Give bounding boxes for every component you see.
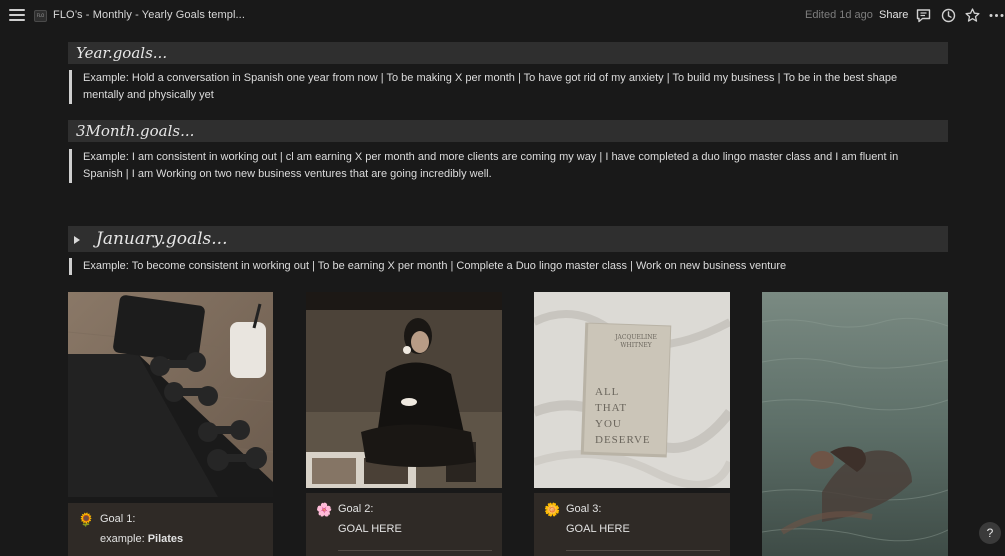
book-on-sheets-photo: JACQUELINE WHITNEY ALL THAT YOU DESERVE [534,292,730,488]
goal-3-divider [566,550,720,551]
book-author: JACQUELINE WHITNEY [615,334,657,349]
menu-icon[interactable] [9,9,25,23]
goal-1-text-prefix: example: [100,533,148,545]
flower-icon: 🌼 [544,502,561,517]
goal-2-body: 🌸 Goal 2: GOAL HERE [306,493,502,556]
goal-1-title: Goal 1: [100,513,136,525]
top-bar: FLO FLO’s - Monthly - Yearly Goals templ… [0,0,1005,32]
woman-in-water-photo [762,292,948,556]
goal-1-text-bold: Pilates [147,533,184,545]
book-title-line: DESERVE [595,434,651,446]
star-icon[interactable] [964,7,981,24]
page-icon: FLO [34,10,47,22]
january-goals-title: January.goals... [96,229,228,249]
page-title[interactable]: FLO’s - Monthly - Yearly Goals templ... [53,9,245,21]
edited-status: Edited 1d ago [805,9,873,21]
sunflower-icon: 🌻 [78,512,95,527]
book-title: ALL THAT YOU DESERVE [595,384,651,448]
book-title-line: THAT [595,402,628,414]
help-icon[interactable]: ? [979,522,1001,544]
goal-3-body: 🌼 Goal 3: GOAL HERE [534,493,730,556]
book-title-line: YOU [595,418,622,430]
goal-2-text: GOAL HERE [338,523,402,535]
goal-3-title: Goal 3: [566,503,602,515]
three-month-goals-heading: 3Month.goals... [68,120,948,142]
dumbbells-photo [68,292,273,497]
book-title-line: ALL [595,386,620,398]
three-month-goals-quote[interactable]: Example: I am consistent in working out … [69,149,929,183]
goal-2-divider [338,550,492,551]
january-goals-toggle-heading[interactable]: January.goals... [68,226,948,252]
year-goals-quote[interactable]: Example: Hold a conversation in Spanish … [69,70,929,104]
share-button[interactable]: Share [879,9,908,21]
comment-icon[interactable] [915,7,932,24]
goal-1-text: example: Pilates [100,533,183,545]
january-goals-quote[interactable]: Example: To become consistent in working… [69,258,929,275]
goal-3-text: GOAL HERE [566,523,630,535]
goal-2-title: Goal 2: [338,503,374,515]
woman-drinking-tea-photo [306,292,502,488]
year-goals-heading: Year.goals... [68,42,948,64]
more-dots-icon[interactable] [988,7,1005,24]
goal-1-body: 🌻 Goal 1: example: Pilates [68,503,273,556]
history-clock-icon[interactable] [940,7,957,24]
toggle-triangle-icon[interactable] [74,236,80,244]
blossom-icon: 🌸 [316,502,333,517]
